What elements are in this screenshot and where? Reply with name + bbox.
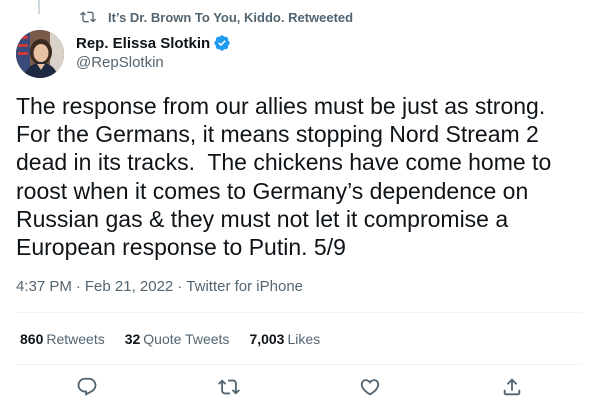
retweets-count: 860	[20, 331, 44, 347]
tweet-time[interactable]: 4:37 PM	[16, 278, 72, 295]
author-handle[interactable]: @RepSlotkin	[76, 54, 231, 71]
retweets-stat[interactable]: 860 Retweets	[20, 331, 105, 347]
retweets-label: Retweets	[46, 331, 105, 347]
tweet-actions-bar	[0, 374, 598, 404]
likes-stat[interactable]: 7,003 Likes	[249, 331, 320, 347]
share-button[interactable]	[497, 374, 527, 404]
likes-label: Likes	[287, 331, 321, 347]
reply-button[interactable]	[72, 374, 102, 404]
share-icon	[501, 376, 523, 403]
avatar[interactable]	[16, 30, 64, 78]
tweet-author: Rep. Elissa Slotkin @RepSlotkin	[76, 33, 231, 71]
meta-separator: ·	[75, 278, 81, 295]
divider	[16, 364, 582, 365]
tweet-metadata: 4:37 PM · Feb 21, 2022 · Twitter for iPh…	[16, 278, 303, 295]
verified-badge-icon	[213, 34, 231, 52]
quote-tweets-count: 32	[124, 331, 141, 347]
thread-connector-line	[38, 0, 40, 14]
retweet-icon	[80, 9, 96, 25]
retweet-context[interactable]: It’s Dr. Brown To You, Kiddo. Retweeted	[72, 9, 353, 25]
retweet-context-text: It’s Dr. Brown To You, Kiddo. Retweeted	[108, 9, 354, 25]
retweet-button[interactable]	[214, 374, 244, 404]
divider	[16, 312, 582, 313]
reply-icon	[76, 376, 98, 403]
meta-separator: ·	[177, 278, 183, 295]
quote-tweets-label: Quote Tweets	[143, 331, 230, 347]
tweet-date[interactable]: Feb 21, 2022	[85, 278, 173, 295]
quote-tweets-stat[interactable]: 32 Quote Tweets	[125, 331, 230, 347]
tweet-text: The response from our allies must be jus…	[16, 93, 552, 261]
tweet-source[interactable]: Twitter for iPhone	[186, 278, 303, 295]
author-display-name[interactable]: Rep. Elissa Slotkin	[76, 35, 210, 52]
like-button[interactable]	[355, 374, 385, 404]
likes-count: 7,003	[249, 331, 285, 347]
retweet-icon	[218, 376, 240, 403]
heart-icon	[359, 376, 381, 403]
tweet-stats: 860 Retweets 32 Quote Tweets 7,003 Likes	[20, 331, 320, 347]
